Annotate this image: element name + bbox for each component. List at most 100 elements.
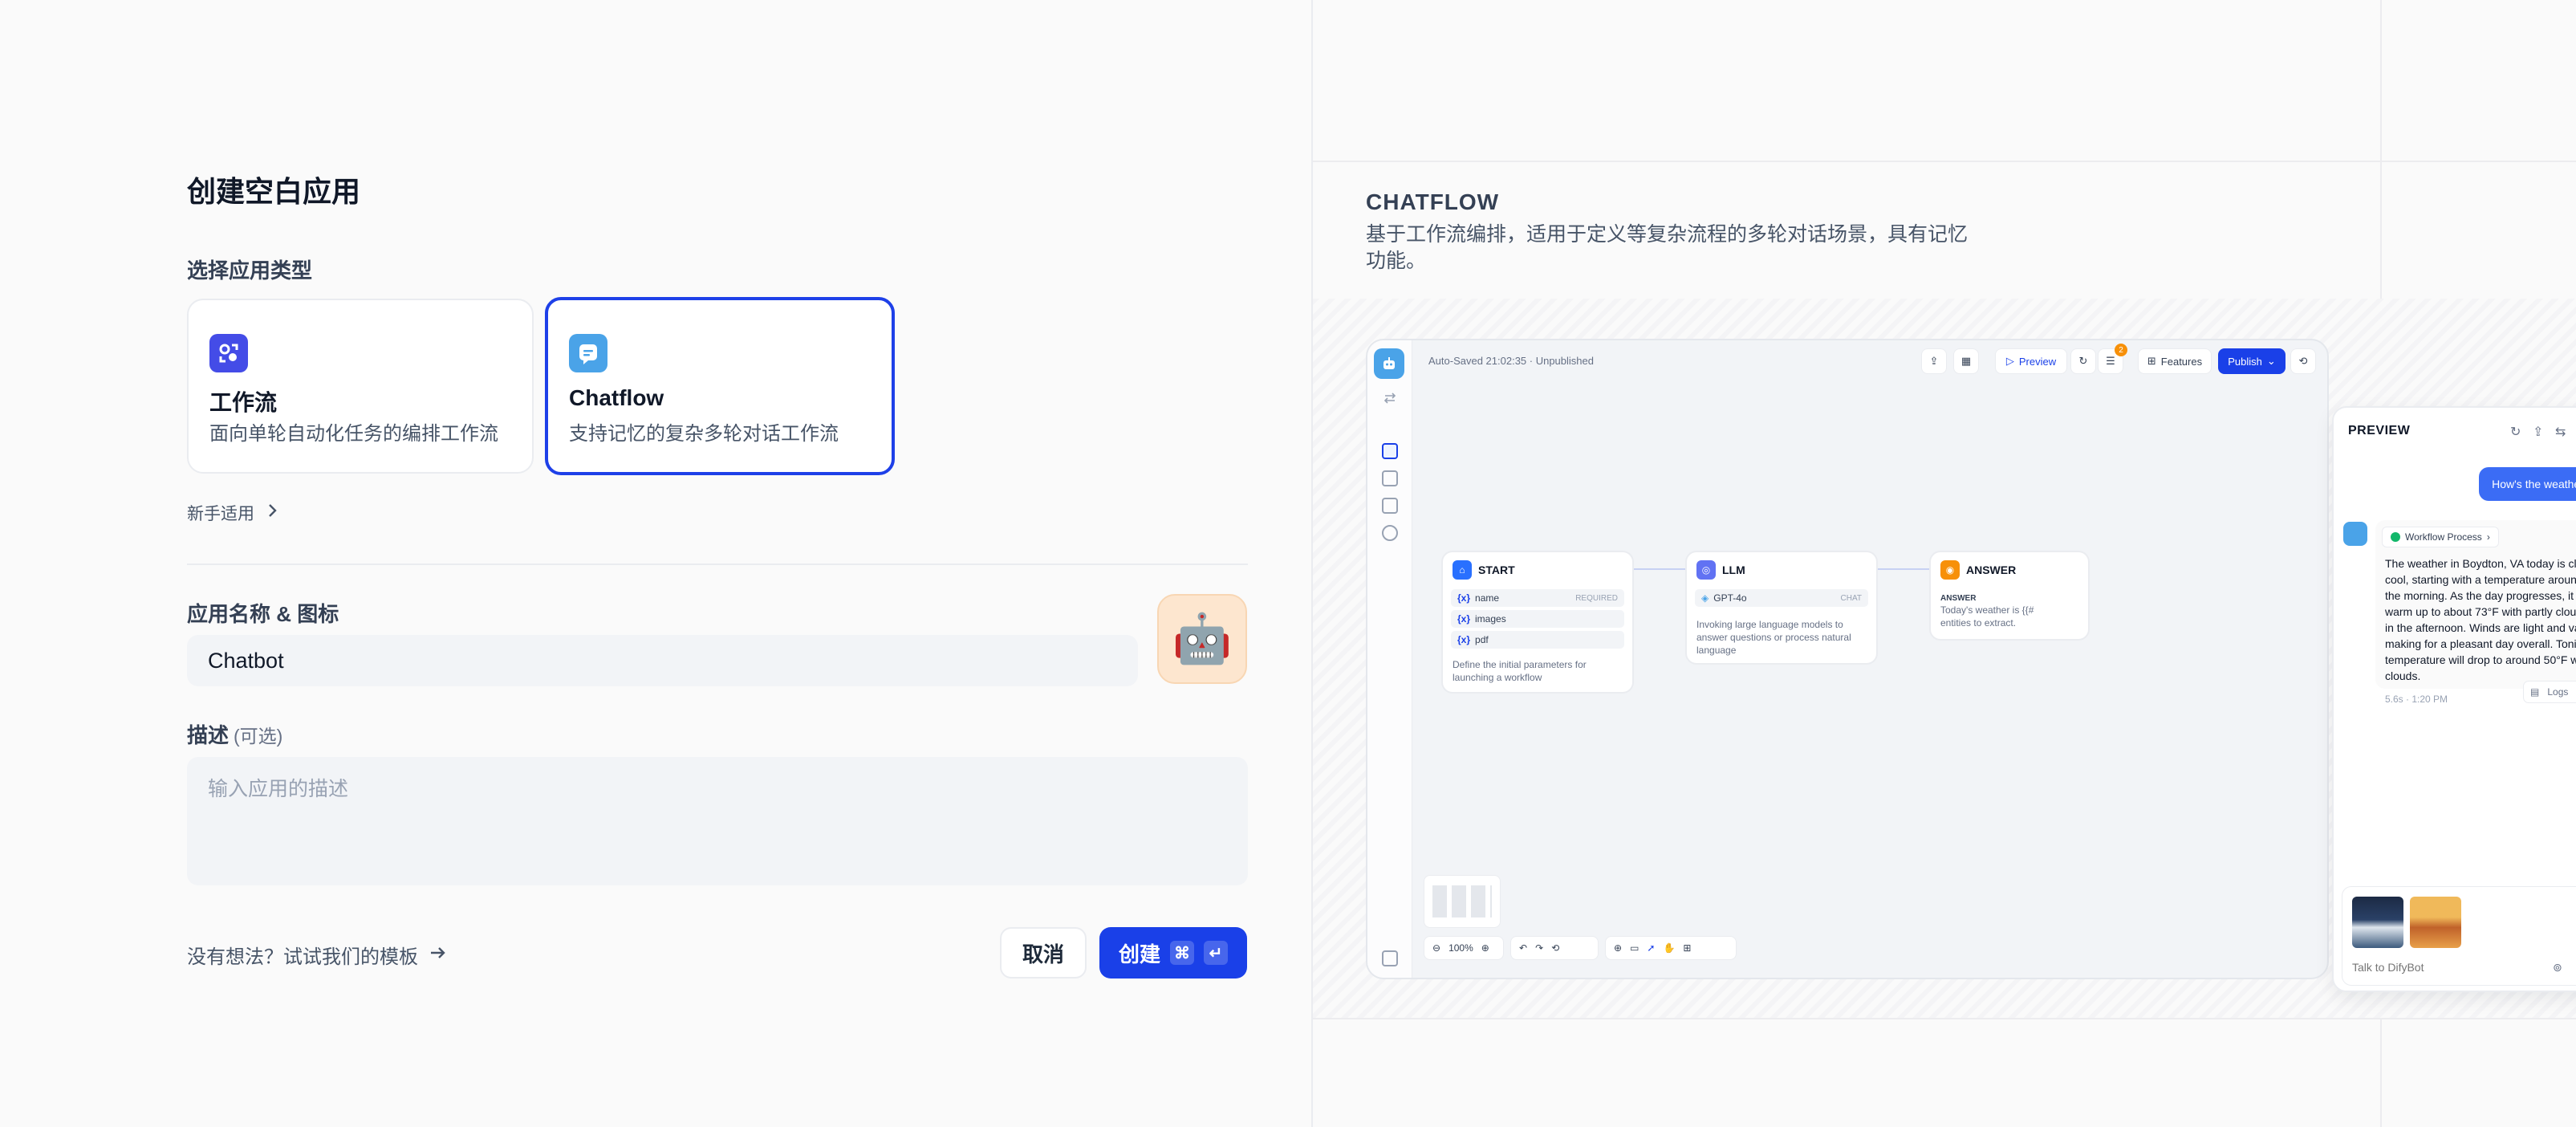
preview-type-desc: 基于工作流编排，适用于定义等复杂流程的多轮对话场景，具有记忆功能。 <box>1366 223 1969 272</box>
upload-icon: ⊚ <box>2553 961 2562 974</box>
start-node: ⌂ START {x} name REQUIRED {x} images {x} pdf… <box>1441 551 1634 694</box>
llm-model-name: GPT-4o <box>1713 592 1747 604</box>
create-button[interactable]: 创建 ⌘ ↵ <box>1099 927 1247 978</box>
features-icon: ⊞ <box>2147 355 2156 367</box>
bot-message-text: The weather in Boydton, VA today is clea… <box>2385 557 2576 682</box>
logs-icon: ▤ <box>2530 686 2540 698</box>
workflow-process-chip: Workflow Process › <box>2382 527 2499 547</box>
zoom-in-icon: ⊕ <box>1481 942 1489 954</box>
logs-label: Logs <box>2547 686 2569 698</box>
llm-node-desc: answer questions or process natural <box>1696 632 1851 643</box>
uploaded-image-desert <box>2410 897 2461 948</box>
workflow-editor-screenshot: Auto-Saved 21:02:35 · Unpublished ⇪ ▦ ▷ P… <box>1366 339 2329 979</box>
hand-icon: ✋ <box>1663 942 1676 954</box>
edge <box>1634 568 1685 570</box>
message-actions: ▤Logs 🔊 ⎘ ↻ <box>2523 681 2576 703</box>
llm-node-desc: language <box>1696 645 1737 656</box>
answer-text: Today's weather is {{# <box>1940 604 2034 616</box>
start-var: {x} name REQUIRED <box>1451 589 1624 607</box>
logs-icon <box>1382 498 1398 514</box>
editor-sidebar <box>1367 340 1412 978</box>
start-var: {x} pdf <box>1451 631 1624 649</box>
answer-icon: ◉ <box>1940 560 1960 580</box>
answer-node: ◉ ANSWER ANSWER Today's weather is {{# e… <box>1929 551 2090 641</box>
template-link[interactable]: 没有想法？试试我们的模板 <box>187 941 447 969</box>
model-icon: ◈ <box>1701 592 1709 604</box>
start-var-name: name <box>1475 592 1500 604</box>
newbie-label: 新手适用 <box>187 505 254 523</box>
llm-model: ◈ GPT-4o CHAT <box>1695 589 1868 607</box>
play-icon: ▷ <box>2005 355 2014 367</box>
features-button: ⊞ Features <box>2138 348 2212 374</box>
start-node-desc: Define the initial parameters for <box>1453 659 1587 670</box>
zoom-level: 100% <box>1448 942 1473 954</box>
minimap <box>1424 875 1501 928</box>
app-type-card-workflow[interactable]: 工作流 面向单轮自动化任务的编排工作流 <box>187 299 534 474</box>
history-icon: ⟲ <box>1551 942 1560 954</box>
features-label: Features <box>2160 355 2203 368</box>
answer-node-header: ◉ ANSWER <box>1940 560 2016 580</box>
collapse-sidebar-icon <box>1382 950 1398 966</box>
start-var-name: images <box>1475 613 1506 625</box>
chevron-right-icon <box>267 502 278 523</box>
run-history-icon: ↻ <box>2070 348 2096 374</box>
share-icon: ⇪ <box>1921 348 1947 374</box>
minimap-content <box>1432 885 1492 917</box>
arrow-right-icon <box>429 944 447 966</box>
chat-input <box>2352 961 2529 974</box>
zoom-control: ⊖ 100% ⊕ <box>1424 936 1504 960</box>
llm-node-desc: Invoking large language models to <box>1696 619 1843 630</box>
add-node-icon: ⊕ <box>1614 942 1623 954</box>
variable-icon: {x} <box>1457 634 1471 645</box>
llm-node: ◎ LLM ◈ GPT-4o CHAT Invoking large languag… <box>1685 551 1878 665</box>
chat-input-box: ⊚ 🎙 <box>2342 886 2576 986</box>
checklist-icon: ☰ 2 <box>2098 344 2127 374</box>
app-icon-picker[interactable]: 🤖 <box>1157 594 1247 684</box>
start-var: {x} images <box>1451 610 1624 628</box>
edge <box>1878 568 1929 570</box>
create-app-form: 创建空白应用 选择应用类型 工作流 面向单轮自动化任务的编排工作流 Chatfl… <box>0 0 1311 1127</box>
refresh-icon: ↻ <box>2510 425 2521 439</box>
app-name-input[interactable] <box>187 635 1138 686</box>
canvas-tools: ⊕ ▭ ➚ ✋ ⊞ <box>1605 936 1737 960</box>
llm-mode: CHAT <box>1840 593 1862 603</box>
app-type-preview-panel: CHATFLOW 基于工作流编排，适用于定义等复杂流程的多轮对话场景，具有记忆功… <box>1311 0 2576 1127</box>
card-desc: 支持记忆的复杂多轮对话工作流 <box>569 423 839 445</box>
grid-line <box>1313 161 2576 162</box>
history-controls: ↶ ↷ ⟲ <box>1510 936 1599 960</box>
desc-label-text: 描述 <box>187 723 230 747</box>
enter-key-icon: ↵ <box>1204 941 1228 965</box>
undo-icon: ↶ <box>1519 942 1528 954</box>
preview-label: Preview <box>2018 355 2057 368</box>
variable-icon: {x} <box>1457 592 1471 604</box>
layout-icon: ▦ <box>1953 348 1979 374</box>
publish-button: Publish ⌄ <box>2218 348 2285 374</box>
llm-node-header: ◎ LLM <box>1696 560 1745 580</box>
note-icon: ▭ <box>1630 942 1639 954</box>
desc-input[interactable] <box>187 757 1248 885</box>
app-type-card-chatflow[interactable]: Chatflow 支持记忆的复杂多轮对话工作流 <box>545 297 895 475</box>
app-type-label: 选择应用类型 <box>187 258 313 283</box>
cmd-key-icon: ⌘ <box>1170 941 1194 965</box>
start-node-desc: launching a workflow <box>1453 672 1542 683</box>
publish-label: Publish <box>2228 355 2262 368</box>
start-node-title: START <box>1478 564 1515 576</box>
newbie-toggle[interactable]: 新手适用 <box>187 501 278 525</box>
redo-icon: ↷ <box>1535 942 1544 954</box>
llm-node-title: LLM <box>1722 564 1745 576</box>
monitor-icon <box>1382 525 1398 541</box>
desc-label: 描述 (可选) <box>187 719 282 749</box>
home-icon: ⌂ <box>1453 560 1472 580</box>
bot-message: Workflow Process › The weather in Boydto… <box>2375 520 2576 689</box>
chat-preview-panel: PREVIEW ↻ ⇪ ⇆ ✕ How's the weather today … <box>2332 406 2576 992</box>
variable-icon: {x} <box>1457 613 1471 625</box>
preview-title: PREVIEW <box>2348 424 2411 437</box>
robot-icon <box>1374 348 1404 379</box>
check-icon <box>2391 532 2400 542</box>
image-icon <box>1382 470 1398 486</box>
cancel-button[interactable]: 取消 <box>1000 927 1087 978</box>
start-node-header: ⌂ START <box>1453 560 1515 580</box>
uploaded-image-mountain <box>2352 897 2403 948</box>
brain-icon: ◎ <box>1696 560 1716 580</box>
robot-icon: 🤖 <box>1172 612 1233 665</box>
